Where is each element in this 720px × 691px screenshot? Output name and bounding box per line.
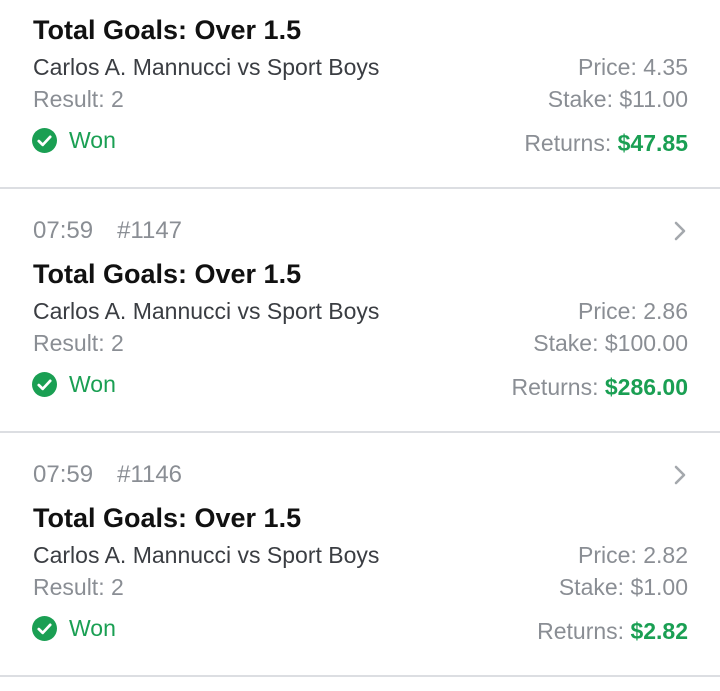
bet-time: 07:59	[33, 461, 94, 488]
bet-status-label: Won	[69, 371, 116, 397]
bet-card[interactable]: Total Goals: Over 1.5 Carlos A. Mannucci…	[0, 0, 720, 189]
bet-event: Carlos A. Mannucci vs Sport Boys	[33, 54, 380, 80]
bet-stake: Stake: $11.00	[547, 86, 688, 112]
bet-id: #1146	[117, 461, 183, 488]
bet-returns-label: Returns:	[524, 130, 612, 156]
bet-status: Won	[32, 127, 116, 154]
bet-returns: Returns: $47.85	[524, 130, 688, 157]
bet-result: Result: 2	[33, 86, 124, 112]
bet-stake: Stake: $100.00	[533, 330, 688, 356]
check-circle-icon	[32, 128, 57, 153]
bet-stake: Stake: $1.00	[558, 574, 688, 600]
bet-price: Price: 2.86	[578, 298, 688, 324]
bet-meta: 07:59 #1147	[33, 217, 182, 245]
bet-event: Carlos A. Mannucci vs Sport Boys	[33, 298, 380, 324]
bet-card[interactable]: 07:59 #1146 Total Goals: Over 1.5 Carlos…	[0, 433, 720, 677]
chevron-right-icon[interactable]	[668, 219, 692, 243]
bet-returns-label: Returns:	[511, 374, 599, 400]
bet-returns-amount: $2.82	[630, 618, 688, 644]
bet-price: Price: 4.35	[578, 54, 688, 80]
check-circle-icon	[32, 616, 57, 641]
bet-result: Result: 2	[33, 330, 124, 356]
bet-history-list: Total Goals: Over 1.5 Carlos A. Mannucci…	[0, 0, 720, 691]
chevron-right-icon[interactable]	[668, 463, 692, 487]
bet-status-label: Won	[69, 127, 116, 153]
bet-event: Carlos A. Mannucci vs Sport Boys	[33, 542, 380, 568]
bet-market: Total Goals: Over 1.5	[33, 259, 302, 289]
bet-time: 07:59	[33, 217, 94, 244]
bet-meta: 07:59 #1146	[33, 461, 182, 489]
bet-id: #1147	[117, 217, 183, 244]
bet-status: Won	[32, 615, 116, 642]
bet-market: Total Goals: Over 1.5	[33, 503, 302, 533]
bet-returns-amount: $286.00	[604, 374, 688, 400]
bet-status: Won	[32, 371, 116, 398]
bet-returns-amount: $47.85	[617, 130, 688, 156]
bet-returns: Returns: $2.82	[537, 618, 688, 645]
bet-result: Result: 2	[33, 574, 124, 600]
bet-returns: Returns: $286.00	[512, 374, 688, 401]
bet-price: Price: 2.82	[578, 542, 688, 568]
check-circle-icon	[32, 372, 57, 397]
bet-status-label: Won	[69, 615, 116, 641]
bet-market: Total Goals: Over 1.5	[33, 15, 302, 45]
bet-returns-label: Returns:	[537, 618, 625, 644]
bet-card[interactable]: 07:59 #1147 Total Goals: Over 1.5 Carlos…	[0, 189, 720, 433]
